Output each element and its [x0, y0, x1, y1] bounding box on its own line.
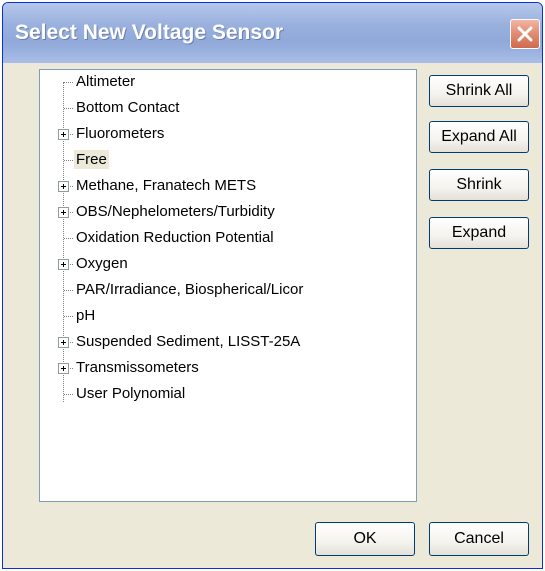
tree-item-label: Oxidation Reduction Potential [76, 229, 274, 246]
expand-plus-icon[interactable] [58, 259, 69, 270]
tree-item-bottom-contact[interactable]: Bottom Contact [40, 96, 400, 122]
expand-all-button[interactable]: Expand All [429, 121, 529, 153]
tree-item-suspended-sediment[interactable]: Suspended Sediment, LISST-25A [40, 330, 400, 356]
expand-plus-icon[interactable] [58, 363, 69, 374]
tree-item-label: Bottom Contact [76, 99, 180, 116]
tree-item-label: Oxygen [76, 255, 128, 272]
tree-item-label: OBS/Nephelometers/Turbidity [76, 203, 275, 220]
tree-item-label: User Polynomial [76, 385, 186, 402]
tree-item-label: Methane, Franatech METS [76, 177, 257, 194]
tree-item-label: Suspended Sediment, LISST-25A [76, 333, 301, 350]
close-button[interactable] [510, 19, 540, 49]
tree-item-obs-nephelometers[interactable]: OBS/Nephelometers/Turbidity [40, 200, 400, 226]
expand-plus-icon[interactable] [58, 207, 69, 218]
ok-button[interactable]: OK [315, 522, 415, 556]
tree-item-fluorometers[interactable]: Fluorometers [40, 122, 400, 148]
shrink-button[interactable]: Shrink [429, 169, 529, 201]
tree-item-altimeter[interactable]: Altimeter [40, 70, 400, 96]
tree-item-user-polynomial[interactable]: User Polynomial [40, 382, 400, 408]
tree-item-oxidation-reduction[interactable]: Oxidation Reduction Potential [40, 226, 400, 252]
tree-item-oxygen[interactable]: Oxygen [40, 252, 400, 278]
expand-plus-icon[interactable] [58, 337, 69, 348]
select-voltage-sensor-dialog: Select New Voltage Sensor Altimeter Bott… [2, 2, 543, 569]
tree-item-label: Free [74, 150, 109, 169]
dialog-title: Select New Voltage Sensor [15, 21, 284, 44]
shrink-all-button[interactable]: Shrink All [429, 75, 529, 107]
tree-item-label: Transmissometers [76, 359, 199, 376]
close-icon [517, 26, 533, 42]
title-bar[interactable]: Select New Voltage Sensor [3, 3, 542, 63]
tree-item-transmissometers[interactable]: Transmissometers [40, 356, 400, 382]
expand-plus-icon[interactable] [58, 181, 69, 192]
tree-item-label: Fluorometers [76, 125, 165, 142]
sensor-tree[interactable]: Altimeter Bottom Contact Fluorometers Fr… [39, 69, 417, 502]
cancel-button[interactable]: Cancel [429, 522, 529, 556]
expand-plus-icon[interactable] [58, 129, 69, 140]
tree-item-label: PAR/Irradiance, Biospherical/Licor [76, 281, 304, 298]
tree-item-free[interactable]: Free [40, 148, 400, 174]
expand-button[interactable]: Expand [429, 217, 529, 249]
tree-item-par-irradiance[interactable]: PAR/Irradiance, Biospherical/Licor [40, 278, 400, 304]
tree-item-label: Altimeter [76, 73, 136, 90]
tree-item-methane[interactable]: Methane, Franatech METS [40, 174, 400, 200]
tree-item-ph[interactable]: pH [40, 304, 400, 330]
tree-item-label: pH [76, 307, 96, 324]
